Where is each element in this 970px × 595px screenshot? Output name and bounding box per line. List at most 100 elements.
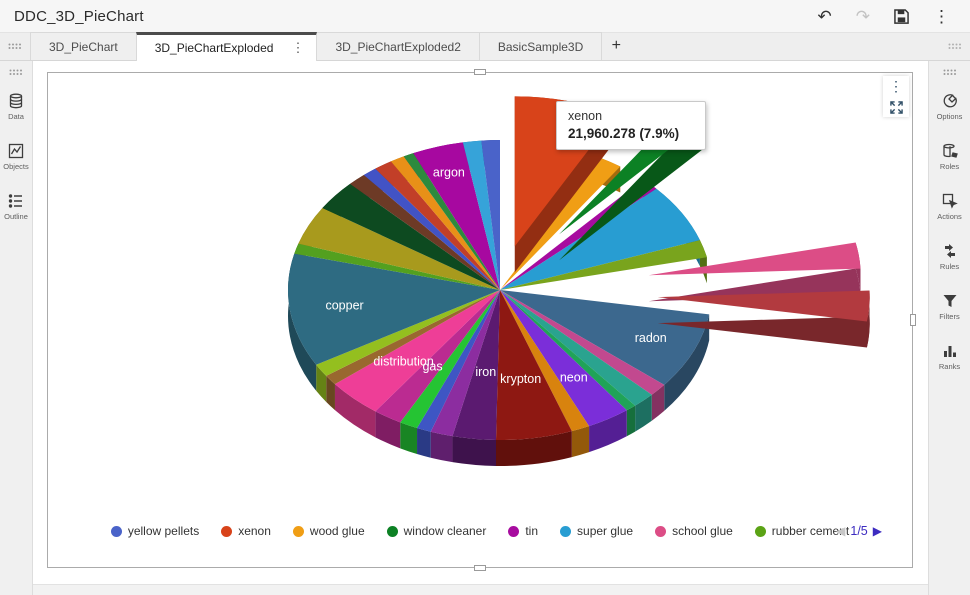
sidebar-item-ranks[interactable]: Ranks bbox=[929, 343, 970, 371]
pie-slice-depth bbox=[571, 426, 590, 458]
legend-next-icon[interactable]: ▶ bbox=[873, 524, 882, 538]
legend-item-window-cleaner[interactable]: window cleaner bbox=[386, 524, 487, 538]
tab-label: 3D_PieChartExploded2 bbox=[335, 39, 461, 54]
legend-label: xenon bbox=[238, 524, 271, 538]
legend-pagination: ◀ 1/5 ▶ bbox=[836, 519, 882, 543]
legend-swatch-icon bbox=[655, 525, 667, 537]
sidebar-item-actions[interactable]: Actions bbox=[929, 193, 970, 221]
pie-slice-label: copper bbox=[325, 298, 363, 312]
chart-tooltip: xenon 21,960.278 (7.9%) bbox=[556, 101, 706, 150]
pie-slice-depth bbox=[417, 428, 431, 458]
legend-swatch-icon bbox=[292, 525, 304, 537]
tab-bar: 3D_PieChart 3D_PieChartExploded ⋮ 3D_PieCha… bbox=[0, 32, 970, 61]
pie-slice-depth bbox=[430, 431, 453, 463]
legend-item-rubber-cement[interactable]: rubber cement bbox=[754, 524, 849, 538]
sidebar-item-label: Actions bbox=[937, 212, 962, 221]
legend-prev-icon[interactable]: ◀ bbox=[836, 524, 845, 538]
legend-page-count: 1/5 bbox=[850, 524, 868, 538]
resize-handle-top[interactable] bbox=[474, 69, 486, 75]
tabbar-grip-left-icon[interactable] bbox=[0, 43, 30, 50]
pie-chart[interactable]: radonneonkryptonirongasdistributioncoppe… bbox=[48, 73, 914, 569]
sidebar-item-rules[interactable]: Rules bbox=[929, 243, 970, 271]
object-menu-icon[interactable]: ⋮ bbox=[889, 79, 903, 93]
sidebar-item-label: Objects bbox=[3, 162, 29, 171]
sidebar-item-roles[interactable]: Roles bbox=[929, 143, 970, 171]
tab-3D_PieChartExploded2[interactable]: 3D_PieChartExploded2 bbox=[316, 32, 480, 60]
legend-swatch-icon bbox=[110, 525, 122, 537]
title-bar: DDC_3D_PieChart ↶ ↷ ⋮ bbox=[0, 0, 970, 32]
resize-handle-bottom[interactable] bbox=[474, 565, 486, 571]
sidebar-item-label: Options bbox=[936, 112, 963, 121]
redo-icon[interactable]: ↷ bbox=[856, 8, 870, 25]
left-sidebar: Data Objects Outline bbox=[0, 61, 33, 595]
tabbar-grip-right-icon[interactable] bbox=[940, 43, 970, 50]
sidebar-item-outline[interactable]: Outline bbox=[0, 193, 32, 221]
tab-3D_PieChartExploded[interactable]: 3D_PieChartExploded ⋮ bbox=[135, 32, 318, 61]
page-title: DDC_3D_PieChart bbox=[14, 7, 144, 25]
tab-label: BasicSample3D bbox=[497, 39, 584, 54]
ranks-icon bbox=[942, 343, 958, 359]
legend-item-wood-glue[interactable]: wood glue bbox=[292, 524, 365, 538]
legend-item-school-glue[interactable]: school glue bbox=[655, 524, 733, 538]
canvas-bottom-edge bbox=[33, 584, 928, 595]
legend-label: wood glue bbox=[309, 524, 365, 538]
pie-slice-label: argon bbox=[433, 165, 465, 179]
options-icon bbox=[942, 93, 958, 109]
legend-label: yellow pellets bbox=[127, 524, 200, 538]
objects-icon bbox=[8, 143, 24, 159]
main-body: Data Objects Outline ⋮ radon neon krypton iro… bbox=[0, 61, 970, 595]
legend-swatch-icon bbox=[508, 525, 520, 537]
legend-item-xenon[interactable]: xenon bbox=[221, 524, 271, 538]
save-icon[interactable] bbox=[894, 8, 909, 24]
sidebar-item-data[interactable]: Data bbox=[0, 93, 32, 121]
legend-label: window cleaner bbox=[403, 524, 487, 538]
chart-legend: yellow pellets xenon wood glue window clean… bbox=[48, 519, 912, 543]
tab-label: 3D_PieChart bbox=[49, 39, 118, 54]
chart-object-frame[interactable]: ⋮ radon neon krypton iron gas distribution cop… bbox=[47, 69, 916, 571]
right-sidebar: Options Roles Actions Rules Filters Ranks bbox=[928, 61, 970, 595]
pie-slice-label: radon bbox=[635, 331, 667, 345]
pie-slice-label: distribution bbox=[373, 355, 433, 369]
tabs: 3D_PieChart 3D_PieChartExploded ⋮ 3D_PieCha… bbox=[30, 32, 603, 61]
legend-item-tin[interactable]: tin bbox=[508, 524, 538, 538]
sidebar-item-label: Data bbox=[8, 112, 24, 121]
object-toolbar: ⋮ bbox=[883, 76, 909, 117]
tab-label: 3D_PieChartExploded bbox=[154, 41, 274, 55]
legend-label: tin bbox=[525, 524, 539, 538]
legend-item-super-glue[interactable]: super glue bbox=[560, 524, 633, 538]
legend-swatch-icon bbox=[754, 525, 766, 537]
legend-swatch-icon bbox=[560, 525, 572, 537]
left-rail-grip-icon[interactable] bbox=[1, 69, 31, 76]
filters-icon bbox=[942, 293, 958, 309]
tab-menu-icon[interactable]: ⋮ bbox=[287, 40, 308, 56]
sidebar-item-label: Outline bbox=[4, 212, 28, 221]
sidebar-item-options[interactable]: Options bbox=[929, 93, 970, 121]
pie-slice-depth bbox=[626, 405, 636, 437]
sidebar-item-filters[interactable]: Filters bbox=[929, 293, 970, 321]
legend-label: school glue bbox=[672, 524, 733, 538]
titlebar-actions: ↶ ↷ ⋮ bbox=[818, 8, 957, 25]
pie-slice-label: neon bbox=[560, 371, 588, 385]
report-canvas: ⋮ radon neon krypton iron gas distribution cop… bbox=[33, 61, 928, 595]
roles-icon bbox=[942, 143, 958, 159]
sidebar-item-label: Filters bbox=[939, 312, 960, 321]
add-tab-button[interactable]: + bbox=[601, 32, 631, 60]
tab-3D_PieChart[interactable]: 3D_PieChart bbox=[30, 32, 137, 60]
legend-item-yellow-pellets[interactable]: yellow pellets bbox=[110, 524, 200, 538]
pie-slice-label: krypton bbox=[500, 372, 541, 386]
more-icon[interactable]: ⋮ bbox=[933, 8, 950, 25]
maximize-icon[interactable] bbox=[889, 101, 903, 114]
sidebar-item-label: Roles bbox=[939, 162, 960, 171]
outline-icon bbox=[8, 193, 24, 209]
tooltip-category: xenon bbox=[568, 109, 603, 123]
resize-handle-right[interactable] bbox=[910, 314, 916, 326]
right-rail-grip-icon[interactable] bbox=[935, 69, 965, 76]
sidebar-item-label: Rules bbox=[939, 262, 960, 271]
legend-swatch-icon bbox=[221, 525, 233, 537]
undo-icon[interactable]: ↶ bbox=[818, 8, 832, 25]
tab-BasicSample3D[interactable]: BasicSample3D bbox=[478, 32, 603, 60]
rules-icon bbox=[942, 243, 958, 259]
pie-slice-label: iron bbox=[475, 365, 496, 379]
actions-icon bbox=[942, 193, 958, 209]
sidebar-item-objects[interactable]: Objects bbox=[0, 143, 32, 171]
